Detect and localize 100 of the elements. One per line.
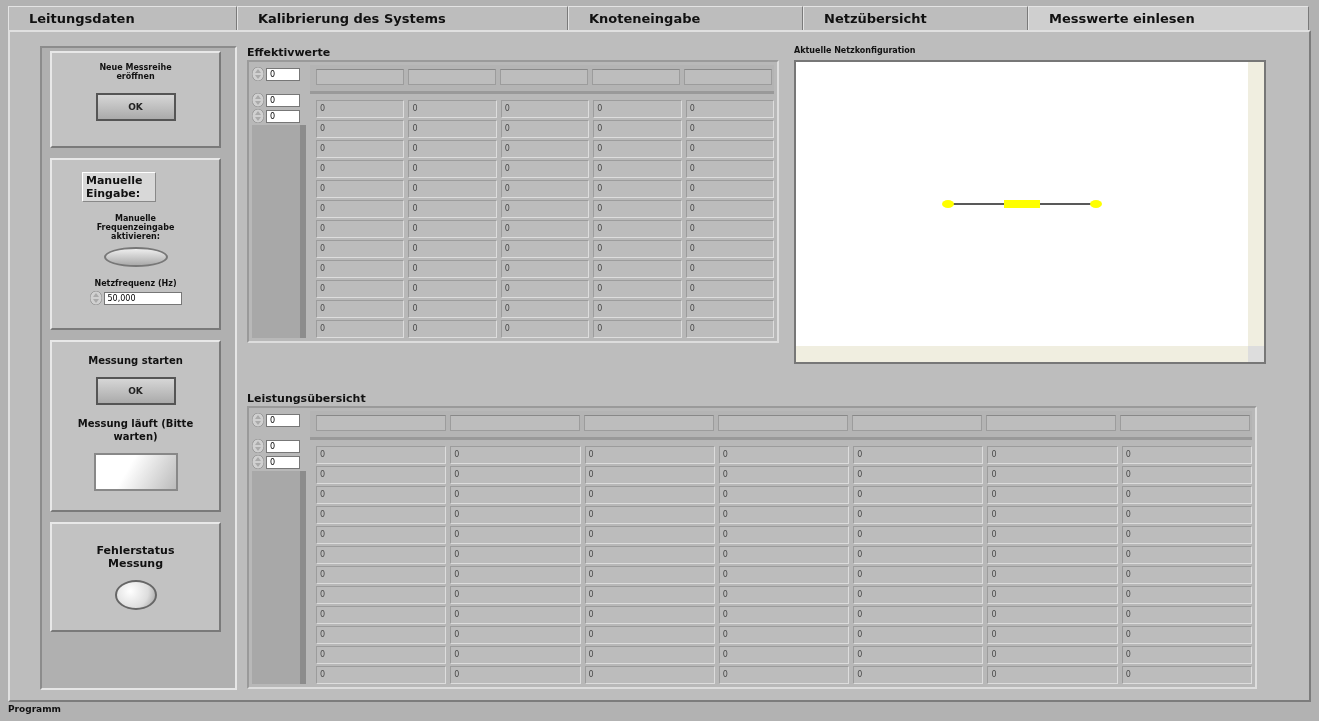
table-cell: 0: [853, 506, 984, 524]
field-label: Netzfrequenz (Hz): [94, 279, 177, 288]
spinner-arrows-icon[interactable]: [252, 439, 264, 453]
table-cell: 0: [853, 546, 984, 564]
table-cell: 0: [408, 220, 497, 238]
spinner-arrows-icon[interactable]: [252, 413, 264, 427]
table-cell: 0: [853, 446, 984, 464]
table-cell: 0: [1121, 606, 1252, 624]
table-cell: 0: [593, 240, 682, 258]
table-cell: 0: [316, 280, 405, 298]
table-cell: 0: [500, 320, 590, 338]
table-cell: 0: [316, 466, 447, 484]
table-cell: 0: [500, 300, 590, 318]
table-cell: 0: [1121, 626, 1252, 644]
index-field[interactable]: 0: [266, 439, 300, 453]
table-cell: 0: [593, 160, 682, 178]
section-label: Manuelle Eingabe:: [82, 172, 156, 202]
table-cell: 0: [593, 220, 682, 238]
tab[interactable]: Messwerte einlesen: [1028, 6, 1309, 30]
table-cell: 0: [1121, 506, 1252, 524]
index-field[interactable]: 0: [266, 109, 300, 123]
table-cell: 0: [853, 666, 984, 684]
table-cell: 0: [584, 466, 715, 484]
table-cell: 0: [685, 180, 775, 198]
table-cell: 0: [987, 646, 1118, 664]
table-cell: 0: [987, 606, 1118, 624]
table-cell: 0: [584, 606, 715, 624]
table-cell: 0: [1121, 566, 1252, 584]
table-cell: 0: [316, 486, 447, 504]
table-cell: 0: [1121, 526, 1252, 544]
spinner-arrows-icon[interactable]: [89, 291, 102, 305]
table-cell: 0: [685, 200, 775, 218]
table-cell: 0: [685, 140, 775, 158]
frequency-field[interactable]: 50,000: [103, 291, 182, 305]
table-cell: 0: [450, 546, 581, 564]
table-cell: 0: [685, 220, 775, 238]
table-cell: 0: [853, 646, 984, 664]
index-field[interactable]: 0: [266, 67, 300, 81]
tab[interactable]: Kalibrierung des Systems: [237, 6, 568, 30]
spinner-arrows-icon[interactable]: [252, 67, 264, 81]
table-cell: 0: [584, 546, 715, 564]
label: Messung starten: [88, 354, 183, 367]
vertical-scrollbar[interactable]: [1248, 62, 1264, 346]
table-cell: 0: [316, 180, 405, 198]
ok-button[interactable]: OK: [95, 377, 176, 405]
tab[interactable]: Knoteneingabe: [568, 6, 803, 30]
table-cell: 0: [450, 526, 581, 544]
spinner-arrows-icon[interactable]: [252, 109, 264, 123]
table-cell: 0: [450, 586, 581, 604]
table-cell: 0: [500, 160, 590, 178]
scrollbar-corner: [1248, 346, 1264, 362]
table-cell: 0: [316, 506, 447, 524]
table-cell: 0: [1121, 646, 1252, 664]
table-cell: 0: [584, 586, 715, 604]
table-cell: 0: [450, 666, 581, 684]
spinner-arrows-icon[interactable]: [252, 93, 264, 107]
table-cell: 0: [450, 466, 581, 484]
table-cell: 0: [584, 566, 715, 584]
table-cell: 0: [408, 260, 497, 278]
table-cell: 0: [718, 666, 850, 684]
table-cell: 0: [1121, 586, 1252, 604]
table-cell: 0: [316, 240, 405, 258]
table-cell: 0: [408, 300, 497, 318]
table-cell: 0: [853, 486, 984, 504]
table-cell: 0: [584, 446, 715, 464]
table-cell: 0: [584, 486, 715, 504]
table-cell: 0: [450, 646, 581, 664]
spinner-arrows-icon[interactable]: [252, 455, 264, 469]
table-cell: 0: [1121, 466, 1252, 484]
index-field[interactable]: 0: [266, 455, 300, 469]
table-cell: 0: [408, 280, 497, 298]
tab[interactable]: Leitungsdaten: [8, 6, 237, 30]
table-cell: 0: [316, 446, 447, 464]
table-cell: 0: [500, 280, 590, 298]
table-cell: 0: [316, 220, 405, 238]
table-cell: 0: [408, 240, 497, 258]
tab[interactable]: Netzübersicht: [803, 6, 1028, 30]
table-cell: 0: [500, 260, 590, 278]
table-cell: 0: [1121, 666, 1252, 684]
indicator-label: Messung läuft (Bitte warten): [76, 417, 195, 443]
table-cell: 0: [500, 240, 590, 258]
table-cell: 0: [316, 646, 447, 664]
table-cell: 0: [853, 586, 984, 604]
toggle-switch[interactable]: [103, 247, 168, 267]
table-cell: 0: [408, 140, 497, 158]
table-cell: 0: [593, 140, 682, 158]
table-cell: 0: [316, 140, 405, 158]
index-field[interactable]: 0: [266, 93, 300, 107]
table-cell: 0: [987, 486, 1118, 504]
table-cell: 0: [593, 100, 682, 118]
horizontal-scrollbar[interactable]: [796, 346, 1248, 362]
table-cell: 0: [718, 506, 850, 524]
table-cell: 0: [408, 320, 497, 338]
table-cell: 0: [987, 526, 1118, 544]
index-field[interactable]: 0: [266, 413, 300, 427]
table-cell: 0: [593, 200, 682, 218]
ok-button[interactable]: OK: [95, 93, 176, 121]
table-cell: 0: [408, 180, 497, 198]
table-cell: 0: [718, 446, 850, 464]
label: Neue Messreihe eröffnen: [98, 63, 173, 81]
